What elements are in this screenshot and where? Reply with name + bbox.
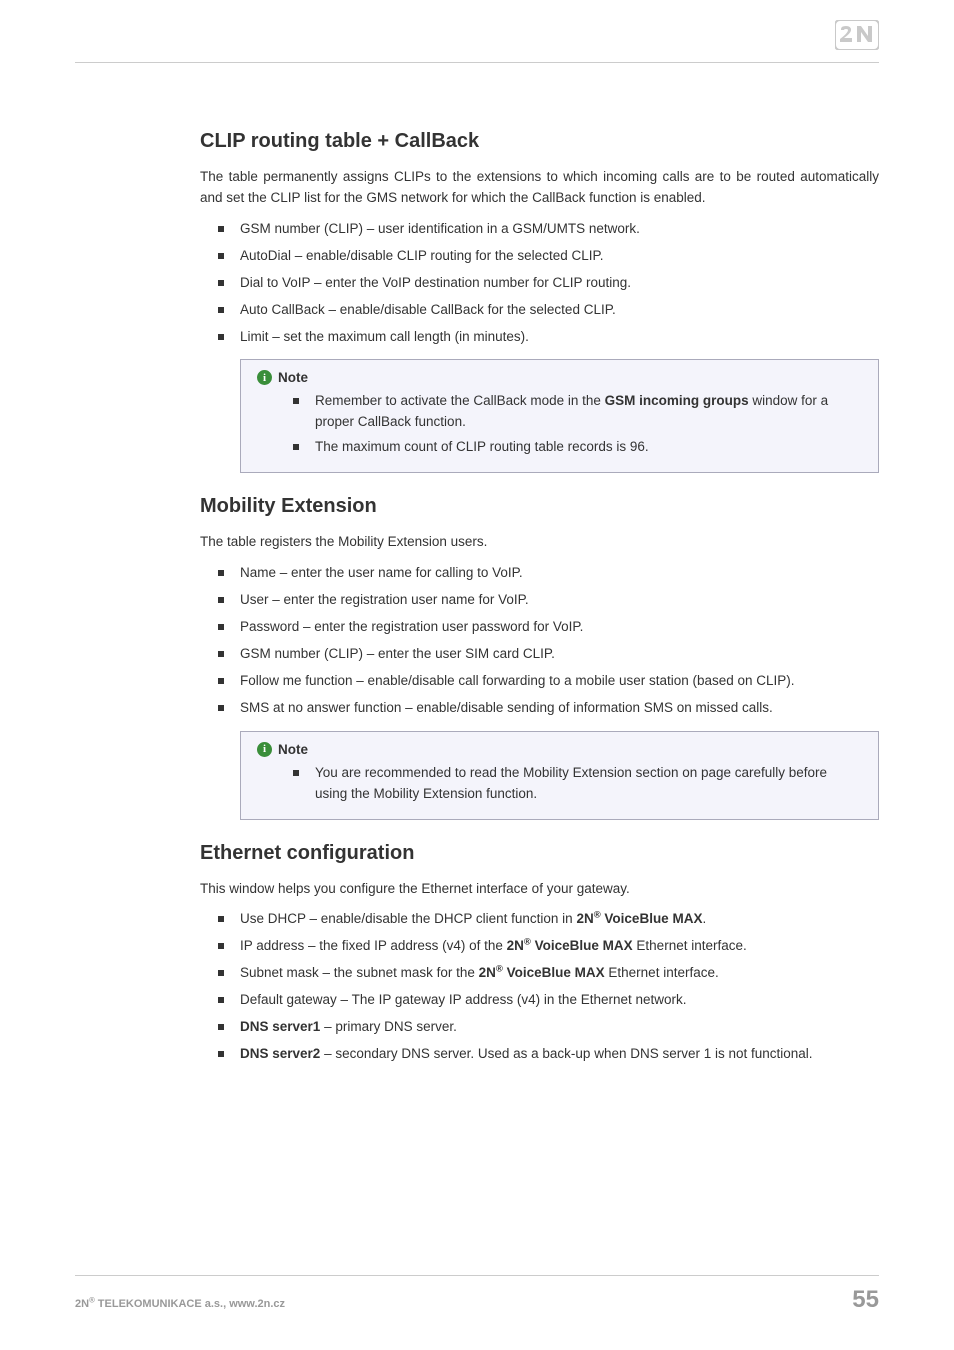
header-divider (75, 62, 879, 63)
list-item: Dial to VoIP – enter the VoIP destinatio… (240, 273, 879, 294)
list-item: Use DHCP – enable/disable the DHCP clien… (240, 909, 879, 930)
page-footer: 2N® TELEKOMUNIKACE a.s., www.2n.cz 55 (75, 1275, 879, 1314)
note-item: The maximum count of CLIP routing table … (315, 437, 862, 458)
list-item: Follow me function – enable/disable call… (240, 671, 879, 692)
info-icon: i (257, 742, 272, 757)
page-number: 55 (852, 1286, 879, 1314)
clip-intro: The table permanently assigns CLIPs to t… (200, 167, 879, 209)
footer-company: 2N® TELEKOMUNIKACE a.s., www.2n.cz (75, 1298, 285, 1310)
list-item: Auto CallBack – enable/disable CallBack … (240, 300, 879, 321)
heading-ethernet: Ethernet configuration (200, 842, 879, 865)
list-item: AutoDial – enable/disable CLIP routing f… (240, 246, 879, 267)
list-item: DNS server2 – secondary DNS server. Used… (240, 1044, 879, 1065)
list-item: GSM number (CLIP) – enter the user SIM c… (240, 644, 879, 665)
mobility-list: Name – enter the user name for calling t… (200, 563, 879, 719)
heading-clip: CLIP routing table + CallBack (200, 130, 879, 153)
brand-logo (835, 20, 879, 50)
note-box-clip: i Note Remember to activate the CallBack… (240, 359, 879, 473)
mobility-intro: The table registers the Mobility Extensi… (200, 532, 879, 553)
info-icon: i (257, 370, 272, 385)
note-label: Note (278, 742, 308, 757)
note-label: Note (278, 370, 308, 385)
footer-divider (75, 1275, 879, 1276)
list-item: SMS at no answer function – enable/disab… (240, 698, 879, 719)
list-item: Subnet mask – the subnet mask for the 2N… (240, 963, 879, 984)
list-item: Password – enter the registration user p… (240, 617, 879, 638)
ethernet-intro: This window helps you configure the Ethe… (200, 879, 879, 900)
heading-mobility: Mobility Extension (200, 495, 879, 518)
note-item: You are recommended to read the Mobility… (315, 763, 862, 805)
note-box-mobility: i Note You are recommended to read the M… (240, 731, 879, 820)
list-item: DNS server1 – primary DNS server. (240, 1017, 879, 1038)
ethernet-list: Use DHCP – enable/disable the DHCP clien… (200, 909, 879, 1065)
list-item: Default gateway – The IP gateway IP addr… (240, 990, 879, 1011)
list-item: IP address – the fixed IP address (v4) o… (240, 936, 879, 957)
list-item: GSM number (CLIP) – user identification … (240, 219, 879, 240)
clip-list: GSM number (CLIP) – user identification … (200, 219, 879, 348)
list-item: Limit – set the maximum call length (in … (240, 327, 879, 348)
list-item: Name – enter the user name for calling t… (240, 563, 879, 584)
note-item: Remember to activate the CallBack mode i… (315, 391, 862, 433)
list-item: User – enter the registration user name … (240, 590, 879, 611)
